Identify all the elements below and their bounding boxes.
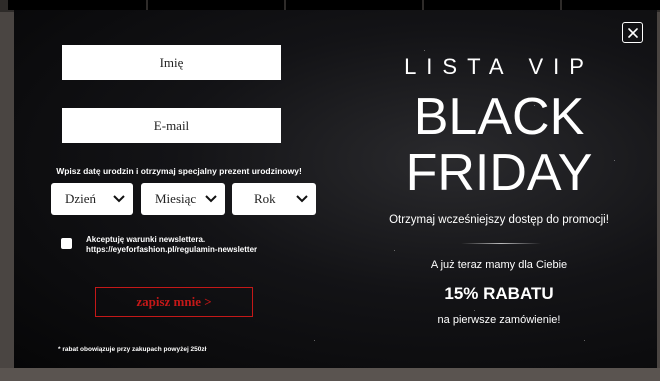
day-select-value: Dzień	[65, 191, 97, 206]
chevron-down-icon	[205, 195, 217, 203]
background-nav-cell	[8, 0, 146, 10]
month-select-value: Miesiąc	[155, 191, 197, 206]
newsletter-consent-checkbox[interactable]	[61, 238, 72, 249]
email-input[interactable]	[62, 108, 281, 143]
subscribe-button[interactable]: zapisz mnie >	[95, 287, 253, 317]
vip-list-label: LISTA VIP	[404, 54, 594, 79]
chevron-down-icon	[296, 195, 308, 203]
offer-intro: A już teraz mamy dla Ciebie	[430, 259, 568, 271]
consent-link[interactable]: https://eyeforfashion.pl/regulamin-newsl…	[86, 245, 257, 255]
background-nav-cell	[562, 0, 660, 10]
birthday-prompt: Wpisz datę urodzin i otrzymaj specjalny …	[56, 166, 302, 176]
discount-amount: 15% RABATU	[444, 284, 554, 303]
background-nav-cell	[424, 0, 560, 10]
discount-disclaimer: * rabat obowiązuje przy zakupach powyżej…	[58, 346, 207, 353]
chevron-down-icon	[113, 195, 125, 203]
name-input[interactable]	[62, 45, 281, 80]
background-nav-cell	[286, 0, 422, 10]
background-nav-cell	[148, 0, 284, 10]
month-select[interactable]: Miesiąc	[141, 183, 225, 215]
headline-friday: FRIDAY	[405, 144, 593, 202]
discount-note: na pierwsze zamówienie!	[437, 314, 561, 326]
year-select-value: Rok	[254, 191, 276, 206]
day-select[interactable]: Dzień	[51, 183, 133, 215]
newsletter-modal: Wpisz datę urodzin i otrzymaj specjalny …	[14, 10, 657, 368]
close-icon	[627, 27, 638, 38]
year-select[interactable]: Rok	[232, 183, 316, 215]
newsletter-consent-label: Akceptuję warunki newslettera. https://e…	[86, 235, 257, 255]
divider	[461, 243, 541, 244]
early-access-tagline: Otrzymaj wcześniejszy dostęp do promocji…	[389, 214, 609, 226]
consent-text: Akceptuję warunki newslettera.	[86, 235, 206, 244]
headline-black: BLACK	[413, 88, 585, 146]
close-button[interactable]	[622, 22, 643, 43]
background-page-footer	[0, 368, 660, 381]
